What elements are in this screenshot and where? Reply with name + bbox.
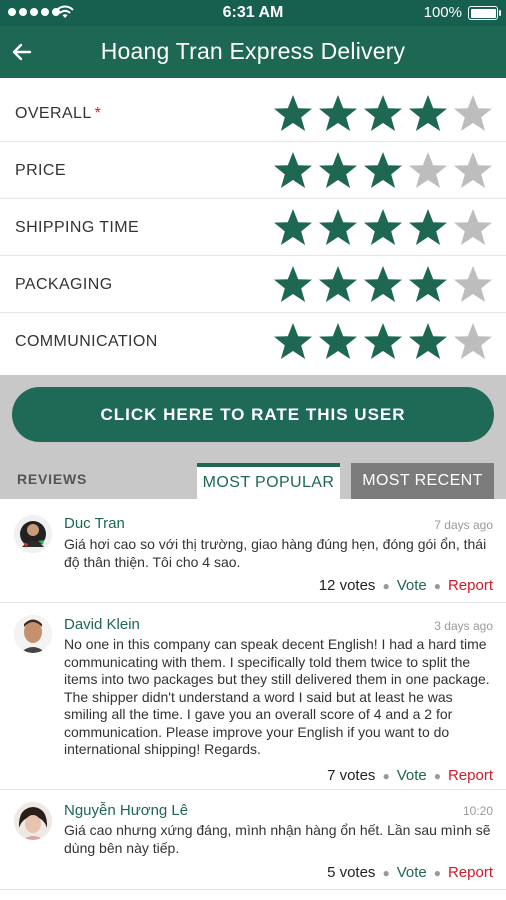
rating-label: PACKAGING [15,276,113,293]
star-filled-icon [274,209,312,245]
star-empty-icon [454,209,492,245]
avatar [14,515,52,553]
star-rating [272,93,494,135]
star-rating [272,207,494,249]
report-button[interactable]: Report [448,864,493,881]
rating-row-packaging: PACKAGING [0,256,506,313]
vote-button[interactable]: Vote [397,864,427,881]
rating-row-overall: OVERALL * [0,85,506,142]
review-text: No one in this company can speak decent … [64,636,490,757]
user-avatar-icon [14,615,52,653]
separator-dot: ● [433,578,441,593]
review-text: Giá hơi cao so với thị trường, giao hàng… [64,536,487,570]
user-avatar-icon [14,515,52,553]
star-filled-icon [319,152,357,188]
star-filled-icon [409,323,447,359]
review-timestamp: 10:20 [462,804,493,818]
reviewer-name[interactable]: Duc Tran [64,515,125,532]
review-text: Giá cao nhưng xứng đáng, mình nhận hàng … [64,822,491,856]
star-empty-icon [454,95,492,131]
review-item: Nguyễn Hương Lê 10:20 Giá cao nhưng xứng… [0,790,506,890]
report-button[interactable]: Report [448,577,493,594]
review-list: Duc Tran 7 days ago Giá hơi cao so với t… [0,499,506,890]
star-filled-icon [319,209,357,245]
rating-label: COMMUNICATION [15,333,158,350]
battery-icon [468,6,501,20]
separator-dot: ● [382,578,390,593]
star-filled-icon [364,95,402,131]
reviewer-name[interactable]: David Klein [64,616,140,633]
rating-label: SHIPPING TIME [15,219,140,236]
star-filled-icon [274,152,312,188]
star-empty-icon [409,152,447,188]
separator-dot: ● [382,865,390,880]
star-filled-icon [409,266,447,302]
required-marker: * [94,105,102,122]
vote-button[interactable]: Vote [397,767,427,784]
reviewer-name[interactable]: Nguyễn Hương Lê [64,802,188,819]
star-rating [272,264,494,306]
star-filled-icon [319,95,357,131]
star-empty-icon [454,152,492,188]
rating-label: PRICE [15,162,66,179]
star-filled-icon [364,209,402,245]
rating-summary: OVERALL * PRICE SHIPPING TIME PACKAGING C… [0,85,506,370]
vote-count: 12 votes [318,577,376,594]
star-filled-icon [274,323,312,359]
rating-row-price: PRICE [0,142,506,199]
separator-dot: ● [433,865,441,880]
page-title: Hoang Tran Express Delivery [100,38,406,64]
star-filled-icon [274,95,312,131]
star-filled-icon [364,266,402,302]
report-button[interactable]: Report [448,767,493,784]
battery-percentage: 100% [423,4,462,21]
star-rating [272,150,494,192]
star-empty-icon [454,323,492,359]
vote-count: 5 votes [327,864,376,881]
star-rating [272,321,494,363]
rating-row-shipping-time: SHIPPING TIME [0,199,506,256]
star-filled-icon [364,323,402,359]
rating-row-communication: COMMUNICATION [0,313,506,370]
tab-most-recent[interactable]: MOST RECENT [351,463,494,499]
avatar [14,615,52,653]
review-timestamp: 3 days ago [434,619,493,633]
vote-button[interactable]: Vote [397,577,427,594]
review-timestamp: 7 days ago [434,518,493,532]
review-actions: 12 votes ● Vote ● Report [319,577,493,594]
rate-section: CLICK HERE TO RATE THIS USER REVIEWS MOS… [0,375,506,499]
user-avatar-icon [14,802,52,840]
reviews-heading: REVIEWS [17,471,88,487]
star-empty-icon [454,266,492,302]
review-actions: 7 votes ● Vote ● Report [327,767,493,784]
star-filled-icon [274,266,312,302]
separator-dot: ● [382,768,390,783]
rating-label: OVERALL * [15,105,102,122]
rate-user-button[interactable]: CLICK HERE TO RATE THIS USER [12,387,494,442]
review-actions: 5 votes ● Vote ● Report [327,864,493,881]
star-filled-icon [364,152,402,188]
star-filled-icon [319,266,357,302]
review-item: Duc Tran 7 days ago Giá hơi cao so với t… [0,499,506,603]
app-bar: Hoang Tran Express Delivery [0,26,506,78]
tab-most-popular[interactable]: MOST POPULAR [197,463,340,499]
star-filled-icon [409,95,447,131]
review-item: David Klein 3 days ago No one in this co… [0,603,506,790]
avatar [14,802,52,840]
star-filled-icon [319,323,357,359]
status-bar: 6:31 AM 100% [0,0,506,26]
separator-dot: ● [433,768,441,783]
vote-count: 7 votes [327,767,376,784]
star-filled-icon [409,209,447,245]
